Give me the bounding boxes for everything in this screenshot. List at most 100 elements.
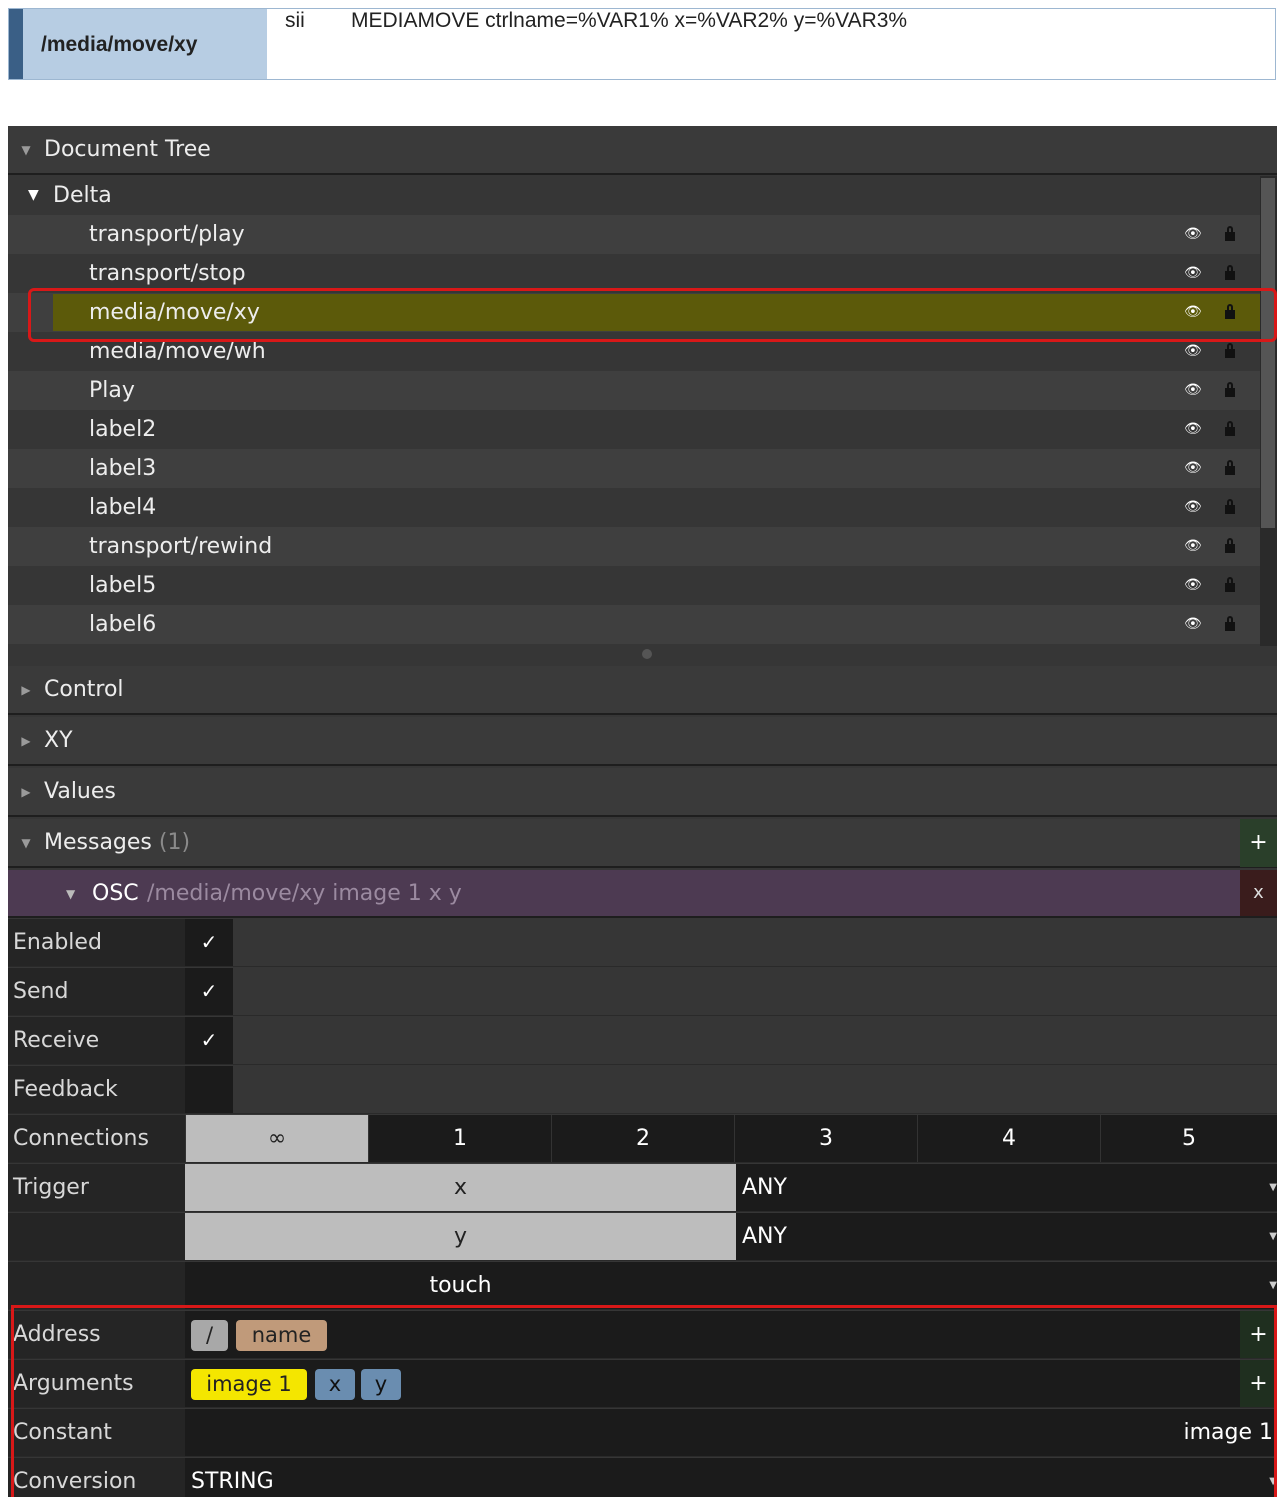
tree-root-label: Delta (53, 183, 112, 208)
eye-icon[interactable]: 👁 (1184, 293, 1202, 332)
lock-icon[interactable] (1225, 538, 1235, 553)
constant-field[interactable]: image 1 (185, 1409, 1277, 1456)
lock-body (1225, 388, 1235, 397)
send-checkbox[interactable]: ✓ (185, 968, 233, 1015)
control-section-header[interactable]: ▶ Control (8, 666, 1277, 715)
trigger-y-label-blank (8, 1213, 185, 1260)
tree-item[interactable]: Play 👁 (8, 371, 1260, 410)
eye-icon[interactable]: 👁 (1184, 605, 1202, 644)
conversion-select[interactable]: STRING ▼ (185, 1458, 1277, 1497)
lock-icon[interactable] (1225, 499, 1235, 514)
prop-arguments: Arguments image 1 x y + (8, 1360, 1277, 1408)
eye-icon[interactable]: 👁 (1184, 527, 1202, 566)
trigger-touch-mode-select[interactable]: ▼ (736, 1262, 1277, 1309)
lock-icon[interactable] (1225, 460, 1235, 475)
osc-address-cell[interactable]: /media/move/xy (23, 9, 267, 79)
osc-message-header[interactable]: ▼ OSC /media/move/xy image 1 x y x (8, 870, 1277, 918)
tree-item-label: transport/stop (89, 261, 246, 286)
add-argument-button[interactable]: + (1240, 1360, 1277, 1407)
tree-item[interactable]: label2 👁 (8, 410, 1260, 449)
eye-icon[interactable]: 👁 (1184, 410, 1202, 449)
trigger-touch-name[interactable]: touch (185, 1262, 736, 1309)
address-part-name[interactable]: name (236, 1320, 327, 1351)
lock-icon[interactable] (1225, 304, 1235, 319)
osc-type-tag[interactable]: sii (285, 9, 305, 79)
lock-icon[interactable] (1225, 265, 1235, 280)
tree-item[interactable]: media/move/xy 👁 (8, 293, 1260, 332)
add-message-button[interactable]: + (1240, 819, 1277, 867)
osc-message-path: /media/move/xy image 1 x y (147, 881, 462, 906)
tree-item-label: media/move/xy (89, 300, 260, 325)
constant-value: image 1 (1183, 1420, 1273, 1445)
connection-option-2[interactable]: 2 (551, 1115, 734, 1162)
tree-item[interactable]: media/move/wh 👁 (8, 332, 1260, 371)
trigger-y-name[interactable]: y (185, 1213, 736, 1260)
connection-option-5[interactable]: 5 (1100, 1115, 1277, 1162)
connection-option-1[interactable]: 1 (368, 1115, 551, 1162)
enabled-checkbox[interactable]: ✓ (185, 919, 233, 966)
trigger-y-mode-select[interactable]: ANY ▼ (736, 1213, 1277, 1260)
eye-icon[interactable]: 👁 (1184, 566, 1202, 605)
connection-option-all[interactable]: ∞ (185, 1115, 368, 1162)
caret-right-icon: ▶ (21, 785, 31, 799)
feedback-checkbox[interactable] (185, 1066, 233, 1113)
tree-item[interactable]: label4 👁 (8, 488, 1260, 527)
eye-icon[interactable]: 👁 (1184, 449, 1202, 488)
trigger-x-name[interactable]: x (185, 1164, 736, 1211)
lock-icon[interactable] (1225, 616, 1235, 631)
trigger-touch-label-blank (8, 1262, 185, 1309)
argument-x[interactable]: x (315, 1369, 355, 1400)
lock-icon[interactable] (1225, 226, 1235, 241)
tree-item[interactable]: transport/play 👁 (8, 215, 1260, 254)
trigger-x-mode: ANY (742, 1175, 787, 1200)
tree-item[interactable]: label3 👁 (8, 449, 1260, 488)
resize-handle[interactable] (642, 649, 652, 659)
eye-icon[interactable]: 👁 (1184, 488, 1202, 527)
eye-icon[interactable]: 👁 (1184, 254, 1202, 293)
feedback-label: Feedback (8, 1066, 185, 1113)
osc-command-text[interactable]: MEDIAMOVE ctrlname=%VAR1% x=%VAR2% y=%VA… (351, 9, 907, 79)
constant-label: Constant (8, 1409, 185, 1456)
connection-option-3[interactable]: 3 (734, 1115, 917, 1162)
address-part-slash[interactable]: / (191, 1320, 228, 1351)
dropdown-arrow-icon: ▼ (1269, 1280, 1277, 1291)
prop-feedback: Feedback (8, 1066, 1277, 1114)
tree-item-label: transport/play (89, 222, 245, 247)
dropdown-arrow-icon: ▼ (1269, 1182, 1277, 1193)
lock-icon[interactable] (1225, 577, 1235, 592)
tree-item-label: media/move/wh (89, 339, 266, 364)
tree-item[interactable]: transport/stop 👁 (8, 254, 1260, 293)
prop-constant: Constant image 1 (8, 1409, 1277, 1457)
conversion-label: Conversion (8, 1458, 185, 1497)
connection-option-4[interactable]: 4 (917, 1115, 1100, 1162)
eye-icon[interactable]: 👁 (1184, 332, 1202, 371)
tree-item[interactable]: transport/rewind 👁 (8, 527, 1260, 566)
tree-item[interactable]: label5 👁 (8, 566, 1260, 605)
tree-item-label: label2 (89, 417, 157, 442)
lock-body (1225, 466, 1235, 475)
argument-y[interactable]: y (361, 1369, 401, 1400)
argument-image-1[interactable]: image 1 (191, 1369, 307, 1400)
lock-body (1225, 310, 1235, 319)
tree-root-delta[interactable]: ▼ Delta (8, 176, 1260, 215)
receive-checkbox[interactable]: ✓ (185, 1017, 233, 1064)
caret-right-icon: ▶ (21, 683, 31, 697)
lock-icon[interactable] (1225, 343, 1235, 358)
lock-icon[interactable] (1225, 382, 1235, 397)
lock-body (1225, 622, 1235, 631)
eye-icon[interactable]: 👁 (1184, 215, 1202, 254)
prop-address: Address / name + (8, 1311, 1277, 1359)
tree-item[interactable]: label6 👁 (8, 605, 1260, 644)
values-section-header[interactable]: ▶ Values (8, 768, 1277, 817)
add-address-part-button[interactable]: + (1240, 1311, 1277, 1358)
tree-scrollbar-thumb[interactable] (1261, 178, 1275, 528)
xy-section-header[interactable]: ▶ XY (8, 717, 1277, 766)
messages-section-header[interactable]: ▼ Messages (1) + (8, 819, 1277, 868)
trigger-x-mode-select[interactable]: ANY ▼ (736, 1164, 1277, 1211)
eye-icon[interactable]: 👁 (1184, 371, 1202, 410)
trigger-label: Trigger (8, 1164, 185, 1211)
lock-icon[interactable] (1225, 421, 1235, 436)
lock-body (1225, 583, 1235, 592)
document-tree-header[interactable]: ▼ Document Tree (8, 126, 1277, 175)
remove-message-button[interactable]: x (1240, 870, 1277, 916)
